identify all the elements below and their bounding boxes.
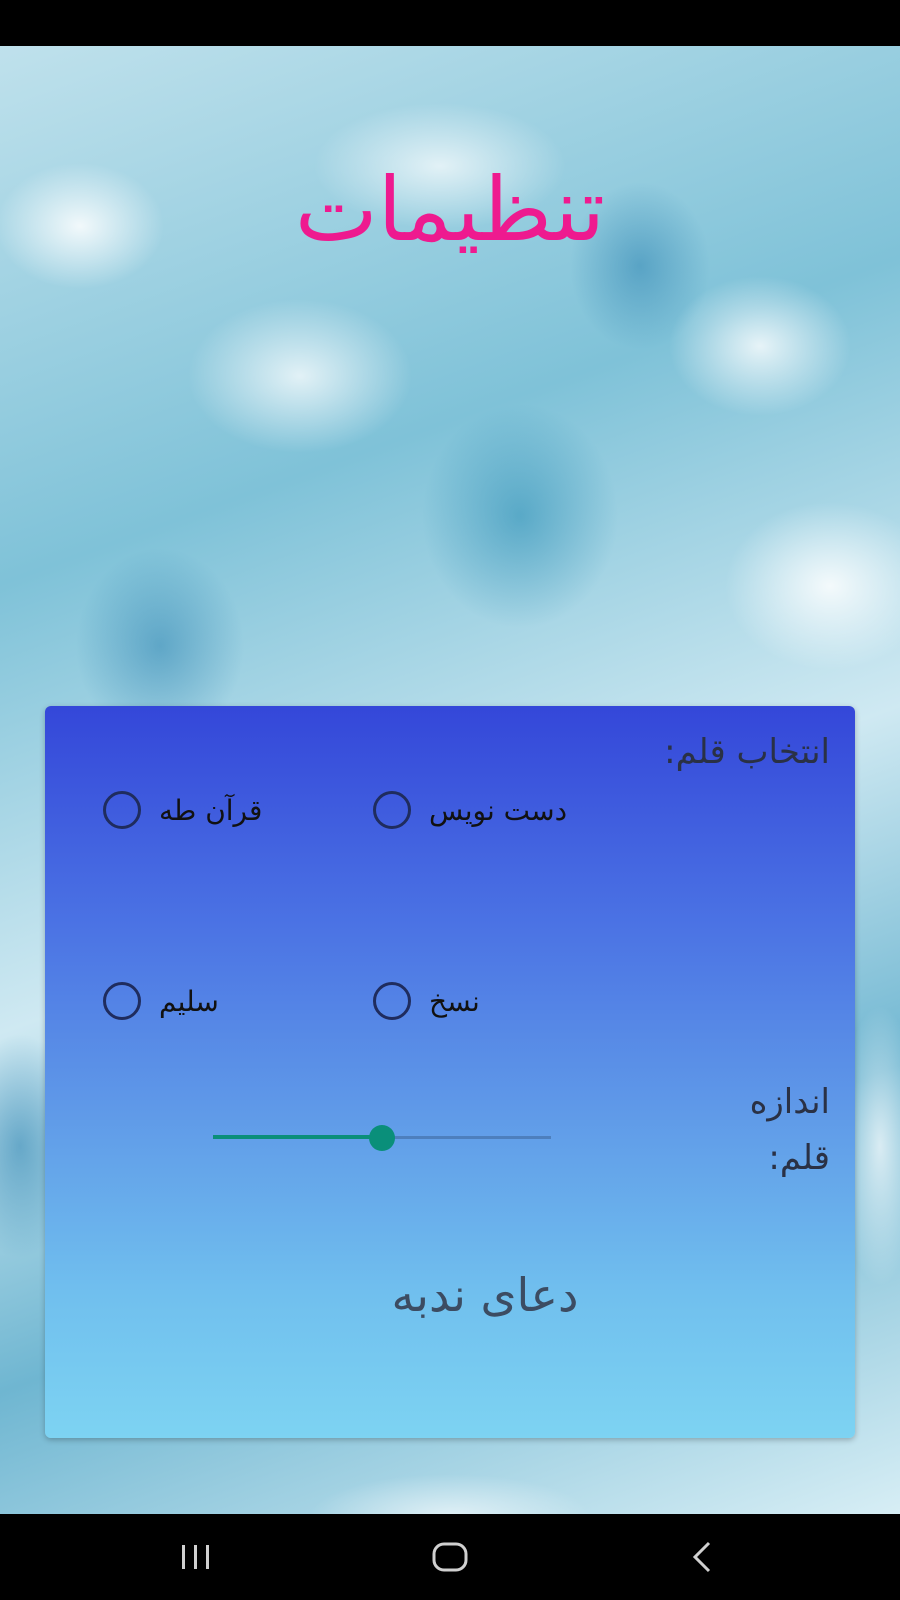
radio-label: دست نویس <box>429 793 568 827</box>
slider-thumb[interactable] <box>369 1125 395 1151</box>
radio-font-quran-taha[interactable]: قرآن طه <box>103 790 262 830</box>
radio-button-icon <box>103 791 141 829</box>
font-preview-text: دعای ندبه <box>391 1268 579 1322</box>
radio-label: قرآن طه <box>159 793 263 827</box>
radio-font-salim[interactable]: سلیم <box>103 981 219 1021</box>
radio-font-handwritten[interactable]: دست نویس <box>373 790 567 830</box>
radio-button-icon <box>103 982 141 1020</box>
font-size-label: اندازه قلم: <box>630 1074 830 1194</box>
back-button[interactable] <box>672 1532 732 1582</box>
radio-font-naskh[interactable]: نسخ <box>373 981 480 1021</box>
back-icon <box>692 1541 711 1573</box>
recent-apps-icon <box>182 1545 209 1569</box>
navigation-bar <box>0 1514 900 1600</box>
radio-button-icon <box>373 791 411 829</box>
radio-button-icon <box>373 982 411 1020</box>
font-selection-label: انتخاب قلم: <box>664 732 830 772</box>
status-bar <box>0 0 900 46</box>
home-icon <box>432 1542 468 1572</box>
font-size-label-line2: قلم: <box>768 1138 830 1178</box>
font-size-slider[interactable] <box>213 1124 551 1152</box>
page-title: تنظیمات <box>294 158 606 261</box>
font-size-label-line1: اندازه <box>749 1082 830 1122</box>
radio-label: نسخ <box>429 984 480 1018</box>
radio-label: سلیم <box>159 984 219 1018</box>
recent-apps-button[interactable] <box>166 1532 226 1582</box>
home-button[interactable] <box>420 1532 480 1582</box>
settings-card: انتخاب قلم: قرآن طه دست نویس سلیم نسخ ان… <box>45 706 855 1438</box>
slider-fill <box>213 1135 382 1139</box>
